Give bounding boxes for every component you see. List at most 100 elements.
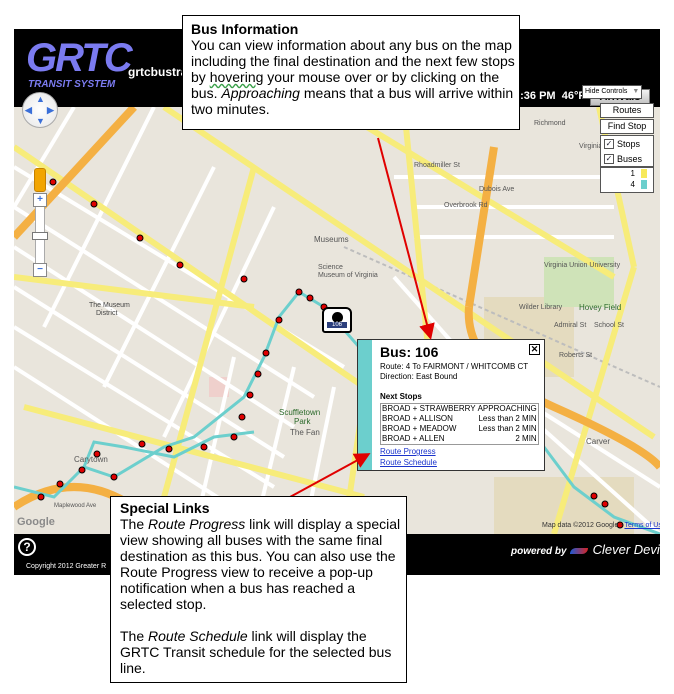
place-label: Wilder Library bbox=[519, 304, 563, 311]
popup-title: Bus: 106 bbox=[380, 344, 439, 360]
place-label: Science bbox=[318, 264, 343, 271]
bus-stop[interactable] bbox=[246, 391, 254, 399]
callout-heading: Bus Information bbox=[191, 21, 299, 37]
route-color-swatch bbox=[641, 180, 647, 189]
clever-devices-logo-icon bbox=[569, 548, 588, 555]
next-stops-table: BROAD + STRAWBERRY APPROACHING BROAD + AL… bbox=[380, 403, 539, 445]
bus-stop[interactable] bbox=[37, 493, 45, 501]
street-label: Maplewood Ave bbox=[54, 503, 97, 509]
table-row: BROAD + ALLISON Less than 2 MIN bbox=[381, 414, 539, 424]
chevron-down-icon: ▼ bbox=[632, 88, 640, 95]
pan-left-icon[interactable]: ◀ bbox=[25, 105, 32, 116]
zoom-out-button[interactable]: − bbox=[33, 263, 47, 277]
legend-route-4[interactable]: 4 bbox=[601, 179, 653, 190]
stops-toggle[interactable]: ✓ Stops bbox=[601, 136, 653, 151]
logo-subtext: TRANSIT SYSTEM bbox=[28, 79, 116, 90]
map-attribution: Map data ©2012 Google - Terms of Use bbox=[542, 522, 660, 529]
street-label: Overbrook Rd bbox=[444, 202, 488, 209]
pan-down-icon[interactable]: ▼ bbox=[36, 116, 45, 126]
special-links-callout: Special Links The Route Progress link wi… bbox=[110, 496, 407, 683]
bus-stop[interactable] bbox=[275, 316, 283, 324]
grtc-logo: GRTC TRANSIT SYSTEM bbox=[26, 37, 133, 95]
bus-stop[interactable] bbox=[136, 234, 144, 242]
map[interactable]: Museums Science Museum of Virginia The M… bbox=[14, 107, 660, 534]
bus-stop[interactable] bbox=[176, 261, 184, 269]
pan-up-icon[interactable]: ▲ bbox=[36, 94, 45, 104]
next-stops-heading: Next Stops bbox=[380, 392, 422, 401]
street-label: Rhoadmiller St bbox=[414, 162, 460, 169]
layer-toggles: ✓ Stops ✓ Buses bbox=[600, 135, 654, 167]
street-label: Dubois Ave bbox=[479, 186, 514, 193]
stop-name: BROAD + ALLEN bbox=[382, 434, 445, 443]
callout-body: The Route Schedule link will display the… bbox=[120, 628, 392, 676]
bus-stop[interactable] bbox=[254, 370, 262, 378]
bus-info-popup: Bus: 106 ✕ Route: 4 To FAIRMONT / WHITCO… bbox=[357, 339, 545, 471]
bus-stop[interactable] bbox=[306, 294, 314, 302]
bus-stop[interactable] bbox=[295, 288, 303, 296]
bus-stop[interactable] bbox=[78, 466, 86, 474]
route-schedule-link[interactable]: Route Schedule bbox=[380, 458, 437, 467]
stop-eta: Less than 2 MIN bbox=[478, 414, 537, 423]
callout-heading: Special Links bbox=[120, 500, 210, 516]
street-label: Roberts St bbox=[559, 352, 592, 359]
bus-stop[interactable] bbox=[200, 443, 208, 451]
bus-information-callout: Bus Information You can view information… bbox=[182, 15, 520, 130]
bus-stop[interactable] bbox=[110, 473, 118, 481]
stop-name: BROAD + MEADOW bbox=[382, 424, 457, 433]
find-stop-button[interactable]: Find Stop bbox=[600, 119, 654, 134]
stop-eta: Less than 2 MIN bbox=[478, 424, 537, 433]
terms-of-use-link[interactable]: Terms of Use bbox=[624, 522, 660, 529]
place-label: Scuffletown bbox=[279, 408, 320, 417]
help-icon[interactable]: ? bbox=[18, 538, 36, 556]
checkbox-checked-icon[interactable]: ✓ bbox=[604, 153, 614, 164]
bus-stop[interactable] bbox=[230, 433, 238, 441]
stop-name: BROAD + STRAWBERRY bbox=[382, 404, 476, 413]
place-label: Richmond bbox=[534, 120, 566, 127]
bus-stop[interactable] bbox=[262, 349, 270, 357]
place-label: Museums bbox=[314, 235, 349, 244]
table-row: BROAD + STRAWBERRY APPROACHING bbox=[381, 404, 539, 415]
routes-button[interactable]: Routes bbox=[600, 103, 654, 118]
bus-stop[interactable] bbox=[49, 178, 57, 186]
bus-route-details: Route: 4 To FAIRMONT / WHITCOMB CT Direc… bbox=[380, 362, 528, 382]
zoom-in-button[interactable]: + bbox=[33, 193, 47, 207]
checkbox-checked-icon[interactable]: ✓ bbox=[604, 138, 614, 149]
bus-stop[interactable] bbox=[138, 440, 146, 448]
time-weather: 3:36 PM 46°F bbox=[514, 90, 585, 102]
street-label: School St bbox=[594, 322, 624, 329]
powered-by: powered by Clever Devices bbox=[511, 542, 674, 557]
place-label: Hovey Field bbox=[579, 303, 621, 312]
bus-stop[interactable] bbox=[590, 492, 598, 500]
bus-direction: Direction: East Bound bbox=[380, 372, 458, 381]
pan-right-icon[interactable]: ▶ bbox=[47, 105, 54, 116]
street-view-pegman-icon[interactable] bbox=[34, 168, 46, 192]
hide-controls-button[interactable]: Hide Controls ▼ bbox=[582, 85, 642, 99]
bus-stop[interactable] bbox=[601, 500, 609, 508]
place-label: The Fan bbox=[290, 428, 320, 437]
bus-marker[interactable]: 106 bbox=[322, 307, 352, 333]
street-label: Admiral St bbox=[554, 322, 586, 329]
place-label: District bbox=[96, 310, 117, 317]
legend-route-1[interactable]: 1 bbox=[601, 168, 653, 179]
bus-route: Route: 4 To FAIRMONT / WHITCOMB CT bbox=[380, 362, 529, 371]
site-name: grtcbustra bbox=[128, 65, 188, 79]
bus-stop[interactable] bbox=[165, 445, 173, 453]
buses-toggle[interactable]: ✓ Buses bbox=[601, 151, 653, 166]
route-color-swatch bbox=[641, 169, 647, 178]
copyright: Copyright 2012 Greater R bbox=[26, 563, 107, 570]
route-legend: 1 4 bbox=[600, 167, 654, 193]
place-label: Carytown bbox=[74, 455, 108, 464]
google-logo: Google bbox=[17, 516, 55, 528]
pan-control[interactable]: ▲ ◀ ▶ ▼ bbox=[22, 92, 58, 128]
zoom-slider-thumb[interactable] bbox=[32, 232, 48, 240]
route-color-bar bbox=[358, 340, 372, 470]
place-label: The Museum bbox=[89, 302, 130, 309]
close-icon[interactable]: ✕ bbox=[529, 344, 540, 355]
bus-stop[interactable] bbox=[90, 200, 98, 208]
route-progress-link[interactable]: Route Progress bbox=[380, 447, 436, 456]
bus-stop[interactable] bbox=[56, 480, 64, 488]
logo-text: GRTC bbox=[26, 36, 133, 80]
callout-body: You can view information about any bus o… bbox=[191, 37, 515, 117]
bus-stop[interactable] bbox=[240, 275, 248, 283]
bus-stop[interactable] bbox=[238, 413, 246, 421]
